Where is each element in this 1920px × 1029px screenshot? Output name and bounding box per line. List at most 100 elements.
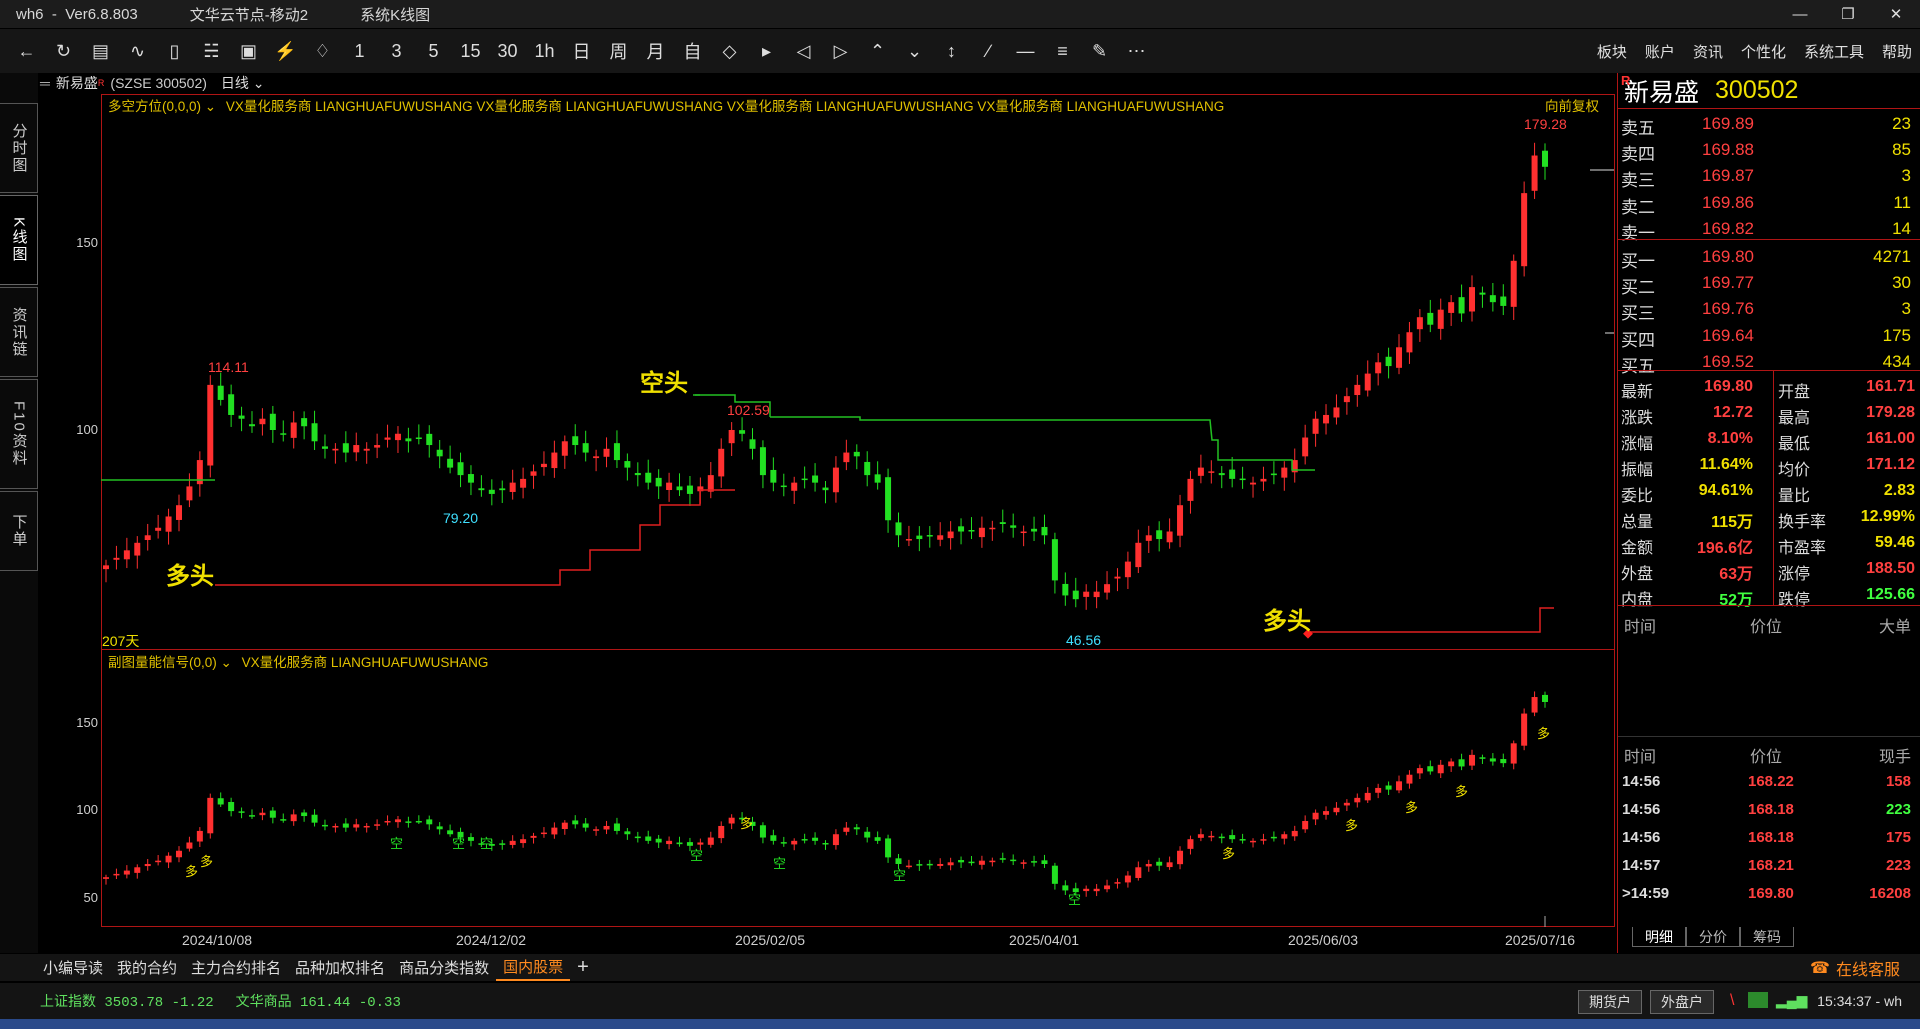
candle-body: [634, 472, 641, 476]
stat-row: 最新 169.80 开盘 161.71: [1618, 375, 1920, 401]
volume-signal-bar: [1260, 839, 1267, 841]
foreign-account-button[interactable]: 外盘户: [1650, 990, 1714, 1014]
candle-body: [832, 467, 839, 493]
tab-price-dist[interactable]: 分价: [1686, 927, 1740, 947]
volume-signal-bar: [780, 842, 787, 844]
customer-service[interactable]: ☎ 在线客服: [1810, 954, 1900, 981]
volume-signal-bar: [342, 823, 349, 828]
menu-help[interactable]: 帮助: [1882, 41, 1912, 62]
candle-body: [905, 539, 912, 541]
ask-row[interactable]: 卖三 169.87 3: [1618, 163, 1920, 190]
volume-signal-bar: [1124, 875, 1131, 883]
bid-row[interactable]: 买四 169.64 175: [1618, 323, 1920, 350]
bid-row[interactable]: 买一 169.80 4271: [1618, 244, 1920, 271]
volume-signal-bar: [134, 867, 141, 873]
tab-chips[interactable]: 筹码: [1740, 927, 1794, 947]
volume-signal-bar: [175, 850, 182, 858]
candle-body: [436, 449, 443, 457]
ask-row[interactable]: 卖四 169.88 85: [1618, 137, 1920, 165]
candle-body: [739, 430, 746, 434]
keyboard-icon[interactable]: [1748, 992, 1768, 1008]
volume-signal-bar: [1531, 697, 1538, 713]
menu-news[interactable]: 资讯: [1693, 41, 1723, 62]
level-price: 169.82: [1702, 218, 1754, 238]
candle-body: [1041, 526, 1048, 536]
candle-body: [1521, 193, 1528, 267]
ask-row[interactable]: 卖一 169.82 14: [1618, 216, 1920, 243]
level-label: 卖五: [1621, 119, 1655, 138]
volume-signal-bar: [384, 821, 391, 823]
volume-signal-bar: [530, 835, 537, 838]
bottom-tabs: 小编导读 我的合约 主力合约排名 品种加权排名 商品分类指数 国内股票 +: [0, 954, 1920, 981]
restore-icon[interactable]: ❐: [1824, 0, 1872, 28]
tab-editor-guide[interactable]: 小编导读: [36, 954, 110, 981]
candle-body: [1093, 591, 1100, 598]
volume-signal-bar: [186, 842, 193, 849]
volume-signal-bar: [978, 860, 985, 865]
index-wenhua[interactable]: 文华商品 161.44 -0.33: [236, 991, 401, 1011]
bid-row[interactable]: 买二 169.77 30: [1618, 270, 1920, 297]
stat-label: 内盘: [1621, 592, 1654, 609]
candle-body: [551, 452, 558, 469]
candle-body: [1166, 531, 1173, 543]
stat-label: 金额: [1621, 540, 1654, 557]
candle-body: [1197, 467, 1204, 476]
menu-tools[interactable]: 系统工具: [1804, 41, 1864, 62]
stat-row: 涨跌 12.72 最高 179.28: [1618, 401, 1920, 427]
candle-body: [103, 565, 109, 570]
tab-commodity-index[interactable]: 商品分类指数: [392, 954, 496, 981]
volume-signal-bar: [1312, 812, 1319, 820]
volume-signal-bar: [405, 821, 412, 823]
tab-weighted-rank[interactable]: 品种加权排名: [288, 954, 392, 981]
tick-volume: 158: [1885, 773, 1911, 790]
bid-row[interactable]: 买三 169.76 3: [1618, 296, 1920, 323]
index-shanghai[interactable]: 上证指数 3503.78 -1.22: [40, 991, 214, 1011]
tab-main-contract-rank[interactable]: 主力合约排名: [184, 954, 288, 981]
stat-row: 委比 94.61% 量比 2.83: [1618, 479, 1920, 505]
futures-account-button[interactable]: 期货户: [1578, 990, 1642, 1014]
tick-price: 168.18: [1748, 801, 1794, 818]
app-window: wh6 - Ver6.8.803 文华云节点-移动2 系统K线图 — ❐ ✕ ←…: [0, 0, 1920, 1029]
volume-signal-bar: [217, 798, 224, 805]
candle-body: [134, 542, 141, 556]
candle-body: [1364, 373, 1371, 391]
tick-price: 168.21: [1748, 857, 1794, 874]
volume-signal-bar: [426, 819, 433, 825]
volume-signal-bar: [1510, 743, 1517, 764]
close-icon[interactable]: ✕: [1872, 0, 1920, 28]
ask-row[interactable]: 卖二 169.86 11: [1618, 190, 1920, 217]
level-price: 169.80: [1702, 247, 1754, 266]
volume-signal-bar: [624, 831, 631, 835]
tick-row: >14:59 169.80 16208: [1618, 885, 1920, 913]
candle-body: [843, 452, 850, 463]
ask-row[interactable]: 卖五 169.89 23: [1618, 111, 1920, 138]
candle-body: [1489, 295, 1496, 303]
menu-personalize[interactable]: 个性化: [1741, 41, 1786, 62]
tab-my-contracts[interactable]: 我的合约: [110, 954, 184, 981]
candle-body: [1104, 584, 1111, 593]
level-price: 169.88: [1702, 140, 1754, 160]
volume-signal-bar: [1166, 862, 1173, 868]
volume-signal-bar: [686, 842, 693, 846]
stat-row: 涨幅 8.10% 最低 161.00: [1618, 427, 1920, 453]
volume-signal-bar: [1542, 694, 1548, 702]
level-label: 卖四: [1621, 145, 1655, 165]
volume-signal-bar: [864, 831, 871, 838]
tick-volume: 16208: [1869, 885, 1911, 902]
candlestick-chart[interactable]: 多多空空空空多空空空多多多多多: [0, 0, 1617, 954]
stat-value: 188.50: [1866, 560, 1915, 577]
volume-signal-bar: [1093, 888, 1100, 892]
volume-signal-bar: [551, 827, 558, 835]
tab-domestic-stocks[interactable]: 国内股票: [496, 954, 571, 981]
minimize-icon[interactable]: —: [1776, 0, 1824, 28]
volume-signal-bar: [655, 838, 662, 843]
candle-body: [613, 443, 620, 461]
candle-body: [248, 424, 255, 427]
add-tab-icon[interactable]: +: [570, 954, 596, 981]
support-line: [1310, 607, 1554, 633]
volume-signal-bar: [1041, 860, 1048, 864]
stat-value: 125.66: [1866, 586, 1915, 603]
menu-account[interactable]: 账户: [1645, 41, 1675, 62]
divider: [1618, 239, 1920, 240]
tab-detail[interactable]: 明细: [1632, 927, 1686, 947]
